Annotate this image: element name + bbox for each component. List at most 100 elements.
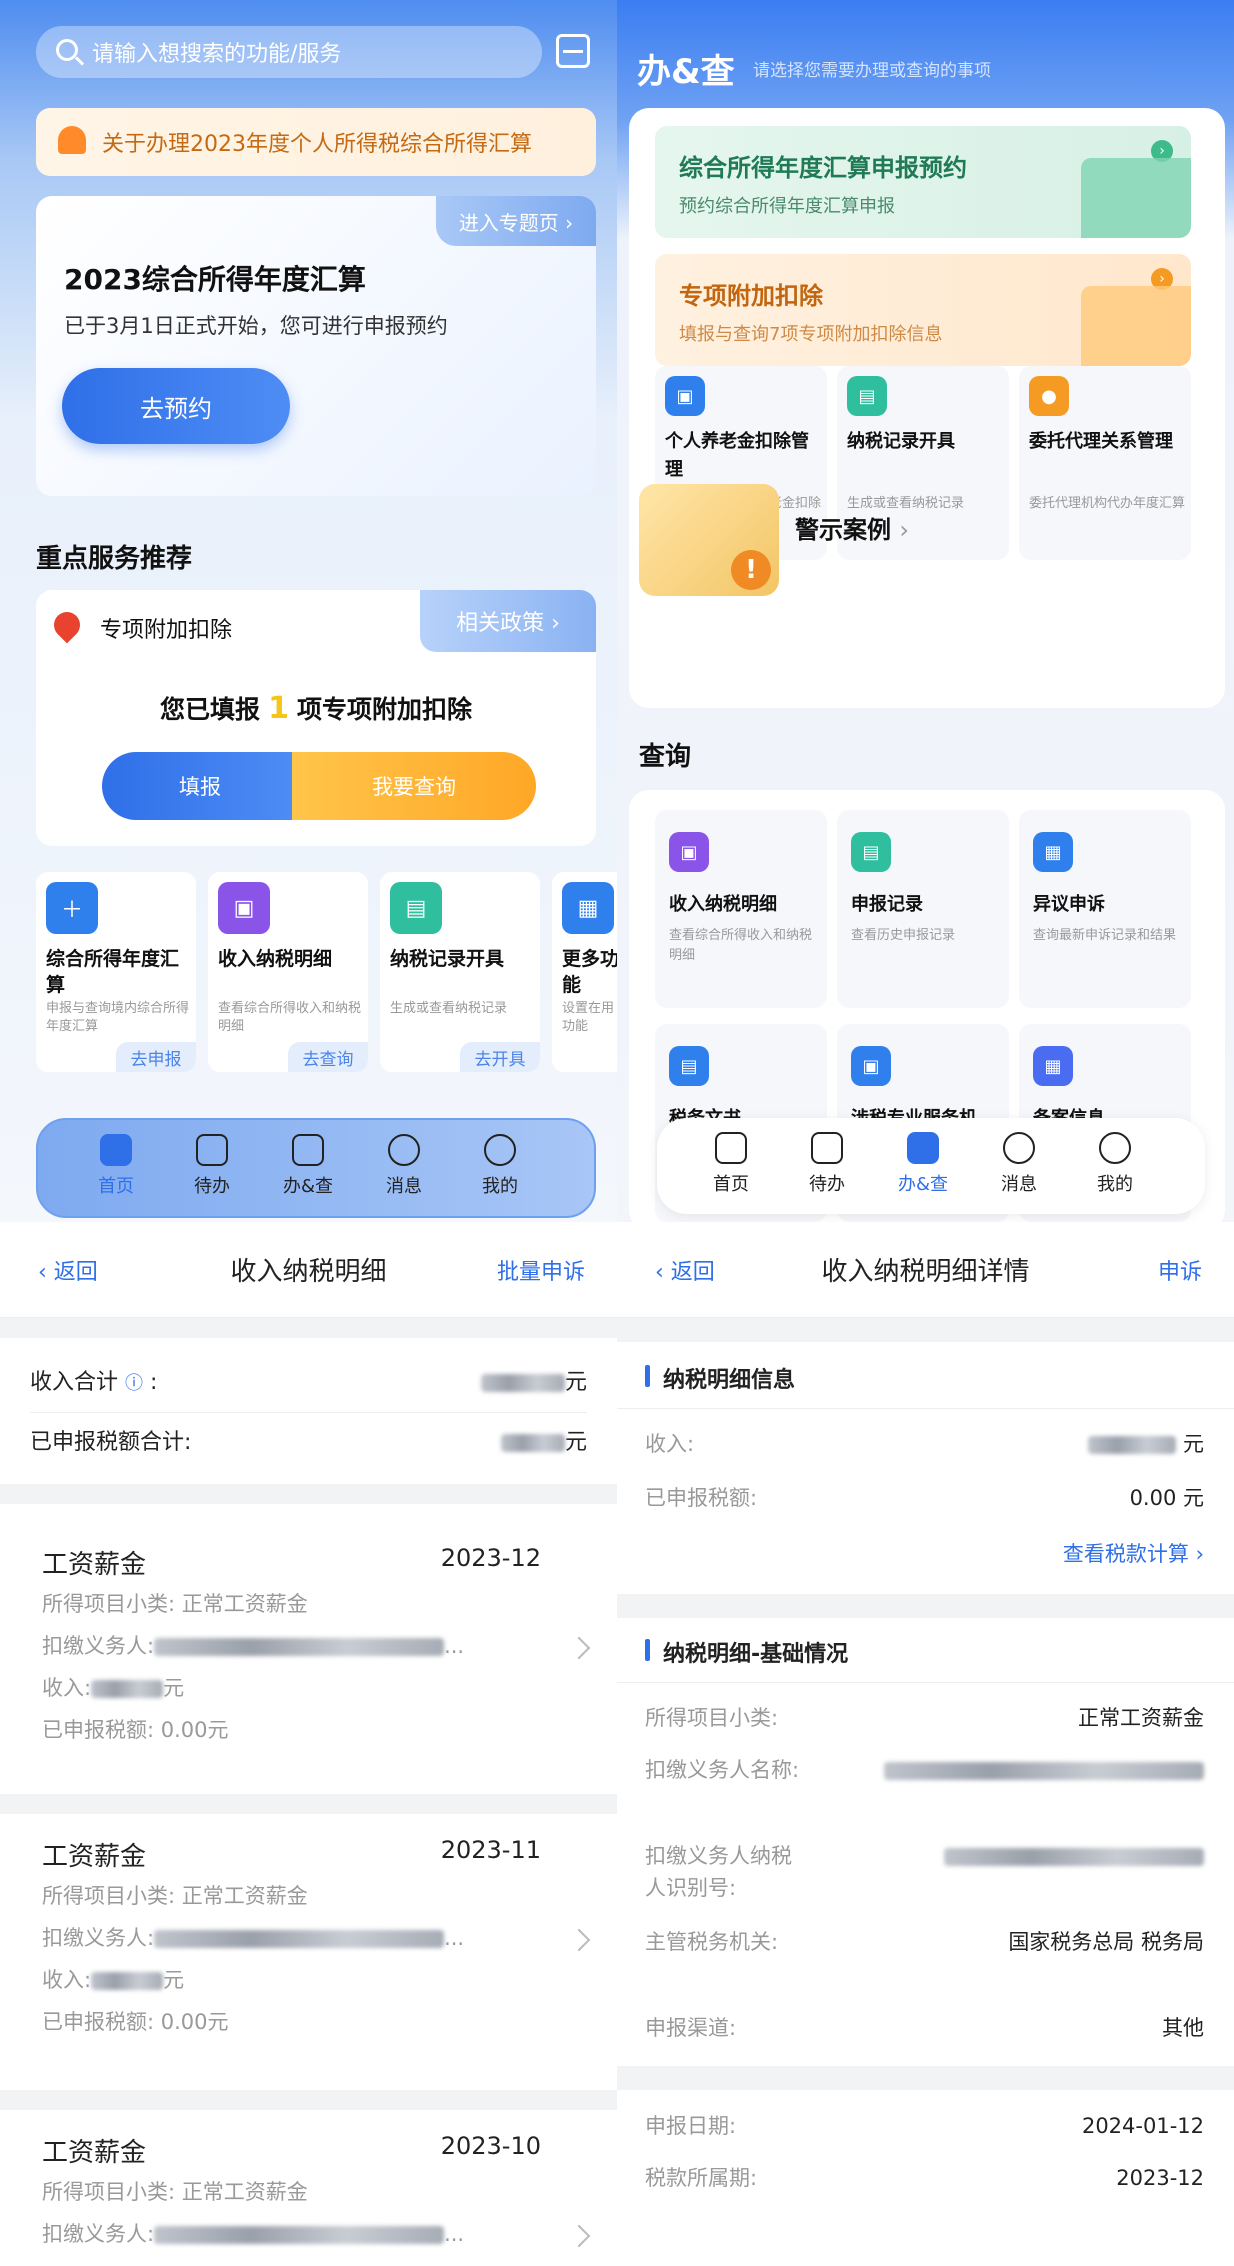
agent-icon: ● bbox=[1029, 376, 1069, 416]
feature-cards: ＋ 综合所得年度汇算 申报与查询境内综合所得年度汇算 去申报 ▣ 收入纳税明细 … bbox=[36, 872, 617, 1072]
warning-label: 警示案例 › bbox=[795, 516, 909, 544]
batch-appeal-button[interactable]: 批量申诉 bbox=[497, 1254, 585, 1286]
query-appeal[interactable]: ▦ 异议申诉 查询最新申诉记录和结果 bbox=[1019, 810, 1191, 1008]
chevron-right-icon bbox=[567, 1636, 591, 1660]
hero-title: 2023综合所得年度汇算 bbox=[64, 263, 366, 296]
income-detail-screen: ‹ 返回 收入纳税明细详情 申诉 纳税明细信息 收入: 元 已申报税额: 0.0… bbox=[617, 1222, 1234, 2266]
grid-icon: ▦ bbox=[562, 882, 614, 934]
income-row: 收入: 元 bbox=[645, 1432, 1204, 1456]
list-item[interactable]: 工资薪金 2023-10 所得项目小类: 正常工资薪金 扣缴义务人:... bbox=[0, 2110, 617, 2266]
filing-icon: ▦ bbox=[1033, 1046, 1073, 1086]
tab-todo[interactable]: 待办 bbox=[777, 1132, 877, 1196]
tax-total-value: 元 bbox=[500, 1424, 587, 1456]
recommend-card: 专项附加扣除 相关政策 › 您已填报 1 项专项附加扣除 填报 我要查询 bbox=[36, 590, 596, 846]
warning-cases[interactable]: 警示案例 › bbox=[629, 470, 1225, 604]
divider bbox=[617, 1594, 1234, 1618]
document-icon bbox=[292, 1134, 324, 1166]
document-icon bbox=[907, 1132, 939, 1164]
handle-panel: 综合所得年度汇算申报预约 预约综合所得年度汇算申报 › 专项附加扣除 填报与查询… bbox=[629, 108, 1225, 708]
detail-row: 主管税务机关: 国家税务总局 税务局 bbox=[645, 1930, 1204, 1954]
income-total-label: 收入合计 ⓘ : bbox=[30, 1370, 158, 1395]
tab-home[interactable]: 首页 bbox=[681, 1132, 781, 1196]
deduction-card[interactable]: 专项附加扣除 填报与查询7项专项附加扣除信息 › bbox=[655, 254, 1191, 366]
help-icon[interactable]: ⓘ bbox=[125, 1373, 143, 1394]
tax-row: 已申报税额: 0.00 元 bbox=[645, 1486, 1204, 1510]
user-icon bbox=[484, 1134, 516, 1166]
appeal-icon: ▦ bbox=[1033, 832, 1073, 872]
fill-button[interactable]: 填报 bbox=[102, 752, 298, 820]
topic-page-link[interactable]: 进入专题页 › bbox=[436, 196, 596, 246]
nav-bar: ‹ 返回 收入纳税明细 批量申诉 bbox=[0, 1222, 617, 1318]
view-tax-calculation-link[interactable]: 查看税款计算 › bbox=[874, 1538, 1204, 1570]
notice-bar[interactable]: 关于办理2023年度个人所得税综合所得汇算 bbox=[36, 108, 596, 176]
bell-icon bbox=[58, 126, 86, 154]
tab-mine[interactable]: 我的 bbox=[450, 1134, 550, 1198]
tab-message[interactable]: 消息 bbox=[969, 1132, 1069, 1196]
list-item[interactable]: 工资薪金 2023-11 所得项目小类: 正常工资薪金 扣缴义务人:... 收入… bbox=[0, 1814, 617, 2090]
divider bbox=[617, 1682, 1234, 1683]
card-income-detail[interactable]: ▣ 收入纳税明细 查看综合所得收入和纳税明细 去查询 bbox=[208, 872, 368, 1072]
reserve-card[interactable]: 综合所得年度汇算申报预约 预约综合所得年度汇算申报 › bbox=[655, 126, 1191, 238]
chevron-right-icon bbox=[567, 1928, 591, 1952]
divider bbox=[617, 2066, 1234, 2090]
record-icon: ▤ bbox=[390, 882, 442, 934]
divider bbox=[617, 1318, 1234, 1342]
tab-handle[interactable]: 办&查 bbox=[873, 1132, 973, 1196]
composite-screens: 请输入想搜索的功能/服务 关于办理2023年度个人所得税综合所得汇算 进入专题页… bbox=[0, 0, 1234, 2266]
card-annual-settlement[interactable]: ＋ 综合所得年度汇算 申报与查询境内综合所得年度汇算 去申报 bbox=[36, 872, 196, 1072]
appeal-button[interactable]: 申诉 bbox=[1158, 1254, 1202, 1286]
calendar-icon bbox=[196, 1134, 228, 1166]
query-section-title: 查询 bbox=[639, 742, 692, 772]
back-button[interactable]: ‹ 返回 bbox=[655, 1254, 715, 1286]
divider bbox=[0, 1318, 617, 1338]
policy-button[interactable]: 相关政策 › bbox=[420, 590, 596, 652]
nav-bar: ‹ 返回 收入纳税明细详情 申诉 bbox=[617, 1222, 1234, 1318]
tab-mine[interactable]: 我的 bbox=[1065, 1132, 1165, 1196]
home-screen: 请输入想搜索的功能/服务 关于办理2023年度个人所得税综合所得汇算 进入专题页… bbox=[0, 0, 617, 1222]
declare-button[interactable]: 去申报 bbox=[116, 1042, 196, 1072]
scan-icon[interactable] bbox=[556, 34, 590, 68]
card-more[interactable]: ▦ 更多功能 设置在用功能 bbox=[552, 872, 617, 1072]
search-icon bbox=[56, 39, 78, 61]
query-declare-record[interactable]: ▤ 申报记录 查看历史申报记录 bbox=[837, 810, 1009, 1008]
section-header: 纳税明细信息 bbox=[645, 1362, 795, 1394]
income-total-row: 收入合计 ⓘ : 元 bbox=[30, 1362, 587, 1398]
message-icon bbox=[1003, 1132, 1035, 1164]
recommend-label: 专项附加扣除 bbox=[100, 618, 233, 643]
tab-message[interactable]: 消息 bbox=[354, 1134, 454, 1198]
tab-handle[interactable]: 办&查 bbox=[258, 1134, 358, 1198]
wallet-icon: ▣ bbox=[218, 882, 270, 934]
page-subtitle: 请选择您需要办理或查询的事项 bbox=[753, 61, 991, 81]
section-title: 重点服务推荐 bbox=[36, 544, 193, 574]
card-tax-record[interactable]: ▤ 纳税记录开具 生成或查看纳税记录 去开具 bbox=[380, 872, 540, 1072]
tax-period-row: 税款所属期: 2023-12 bbox=[645, 2166, 1204, 2190]
ops-screen: 办&查 请选择您需要办理或查询的事项 综合所得年度汇算申报预约 预约综合所得年度… bbox=[617, 0, 1234, 1222]
home-icon bbox=[715, 1132, 747, 1164]
message-icon bbox=[388, 1134, 420, 1166]
declare-date-row: 申报日期: 2024-01-12 bbox=[645, 2114, 1204, 2138]
detail-row: 申报渠道: 其他 bbox=[645, 2016, 1204, 2040]
tab-todo[interactable]: 待办 bbox=[162, 1134, 262, 1198]
record-icon: ▤ bbox=[847, 376, 887, 416]
calc-link-row: 查看税款计算 › bbox=[645, 1538, 1204, 1572]
query-detail-button[interactable]: 去查询 bbox=[288, 1042, 368, 1072]
deduction-icon bbox=[48, 606, 86, 644]
list-item[interactable]: 工资薪金 2023-12 所得项目小类: 正常工资薪金 扣缴义务人:... 收入… bbox=[0, 1522, 617, 1794]
search-input[interactable]: 请输入想搜索的功能/服务 bbox=[36, 26, 542, 78]
divider bbox=[0, 1484, 617, 1504]
agency-icon: ▣ bbox=[851, 1046, 891, 1086]
query-button[interactable]: 我要查询 bbox=[292, 752, 536, 820]
notice-text: 关于办理2023年度个人所得税综合所得汇算 bbox=[102, 132, 532, 157]
tab-home[interactable]: 首页 bbox=[66, 1134, 166, 1198]
query-income-detail[interactable]: ▣ 收入纳税明细 查看综合所得收入和纳税明细 bbox=[655, 810, 827, 1008]
reserve-button[interactable]: 去预约 bbox=[62, 368, 290, 444]
bottom-tabbar: 首页 待办 办&查 消息 我的 bbox=[36, 1118, 596, 1218]
issue-button[interactable]: 去开具 bbox=[460, 1042, 540, 1072]
divider bbox=[0, 1794, 617, 1814]
bottom-tabbar: 首页 待办 办&查 消息 我的 bbox=[657, 1118, 1205, 1214]
back-button[interactable]: ‹ 返回 bbox=[38, 1254, 98, 1286]
detail-row: 所得项目小类: 正常工资薪金 bbox=[645, 1706, 1204, 1730]
page-title: 办&查 bbox=[637, 52, 735, 92]
detail-row: 扣缴义务人名称: bbox=[645, 1754, 1204, 1826]
warning-illustration bbox=[639, 484, 779, 596]
